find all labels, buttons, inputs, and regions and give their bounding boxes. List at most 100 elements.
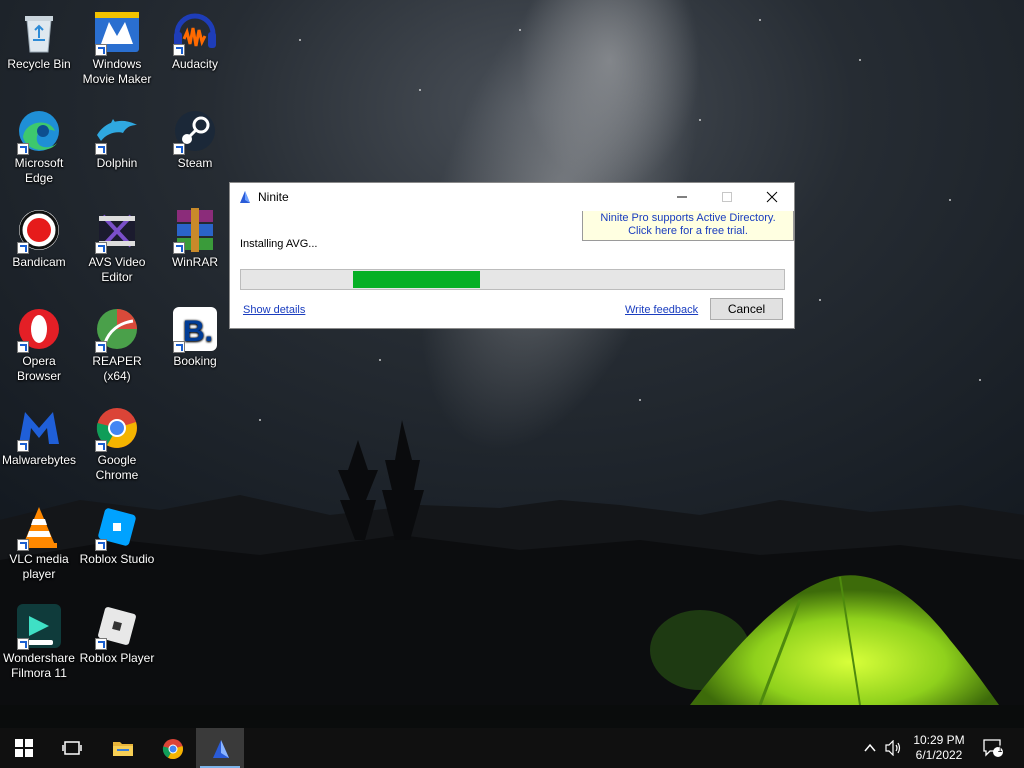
window-title: Ninite [258,190,289,204]
winrar-icon [171,206,219,254]
steam-icon [171,107,219,155]
windows-start-icon [15,739,33,757]
desktop-icon-malwarebytes[interactable]: Malwarebytes [0,404,78,468]
desktop-icon-chrome[interactable]: Google Chrome [78,404,156,483]
action-center-button[interactable]: 1 [978,728,1018,768]
shortcut-arrow-icon [17,242,29,254]
install-progress-bar [240,269,785,290]
desktop-icon-vlc[interactable]: VLC media player [0,503,78,582]
install-status: Installing AVG... [240,238,318,250]
chrome-icon [93,404,141,452]
desktop-icon-roblox-studio[interactable]: Roblox Studio [78,503,156,567]
window-titlebar[interactable]: Ninite [230,183,794,211]
desktop-icon-filmora[interactable]: Wondershare Filmora 11 [0,602,78,681]
dolphin-icon [93,107,141,155]
shortcut-arrow-icon [95,44,107,56]
promo-line-1: Ninite Pro supports Active Directory. [600,212,776,224]
shortcut-arrow-icon [95,539,107,551]
desktop-icon-avs-video[interactable]: AVS Video Editor [78,206,156,285]
desktop-icon-label: Booking [173,354,217,368]
filmora-icon [15,602,63,650]
cancel-button[interactable]: Cancel [710,298,783,320]
desktop-icon-reaper[interactable]: REAPER (x64) [78,305,156,384]
recycle-bin-icon [15,8,63,56]
task-view-button[interactable] [48,728,96,768]
desktop-icon-movie-maker[interactable]: Windows Movie Maker [78,8,156,87]
desktop-icon-roblox-player[interactable]: Roblox Player [78,602,156,666]
close-button[interactable] [749,183,794,211]
maximize-icon [721,192,732,202]
shortcut-arrow-icon [95,638,107,650]
maximize-button[interactable] [704,183,749,211]
desktop-icon-label: Recycle Bin [7,57,71,71]
task-view-icon [62,741,82,755]
write-feedback-link[interactable]: Write feedback [625,304,698,316]
show-details-link[interactable]: Show details [243,304,305,316]
desktop-icon-label: Google Chrome [95,453,139,482]
taskbar-file-explorer[interactable] [98,728,146,768]
speaker-icon [885,740,901,756]
ninite-icon [213,740,229,758]
ninite-pro-promo[interactable]: Ninite Pro supports Active Directory. Cl… [582,211,794,241]
shortcut-arrow-icon [17,341,29,353]
desktop-icon-label: Roblox Studio [79,552,155,566]
desktop-icon-opera[interactable]: Opera Browser [0,305,78,384]
volume-button[interactable] [882,728,906,768]
chrome-icon [162,739,183,760]
shortcut-arrow-icon [173,44,185,56]
shortcut-arrow-icon [17,638,29,650]
edge-icon [15,107,63,155]
desktop-icon-label: Audacity [171,57,219,71]
promo-line-2: Click here for a free trial. [628,225,748,237]
clock-date: 6/1/2022 [915,748,963,762]
progress-fill [353,271,481,288]
show-hidden-icons-button[interactable] [858,728,882,768]
desktop-icon-dolphin[interactable]: Dolphin [78,107,156,171]
shortcut-arrow-icon [173,341,185,353]
shortcut-arrow-icon [173,143,185,155]
desktop-icon-edge[interactable]: Microsoft Edge [0,107,78,186]
desktop-icon-steam[interactable]: Steam [156,107,234,171]
clock-time: 10:29 PM [913,733,965,747]
desktop-icon-label: Windows Movie Maker [82,57,152,86]
taskbar-ninite[interactable] [196,728,244,768]
file-explorer-icon [113,742,133,756]
malwarebytes-icon [15,404,63,452]
minimize-button[interactable] [659,183,704,211]
bandicam-icon [15,206,63,254]
desktop-icon-label: Bandicam [12,255,66,269]
desktop-icon-label: WinRAR [171,255,218,269]
audacity-icon [171,8,219,56]
reaper-icon [93,305,141,353]
shortcut-arrow-icon [95,440,107,452]
desktop-icon-bandicam[interactable]: Bandicam [0,206,78,270]
shortcut-arrow-icon [17,143,29,155]
roblox-player-icon [93,602,141,650]
shortcut-arrow-icon [17,539,29,551]
start-button[interactable] [0,728,48,768]
desktop-icon-label: Dolphin [96,156,138,170]
desktop-icon-label: Steam [177,156,213,170]
desktop-icon-booking[interactable]: B. Booking [156,305,234,369]
shortcut-arrow-icon [95,341,107,353]
desktop-icon-label: Opera Browser [16,354,61,383]
desktop-icon-label: Microsoft Edge [14,156,64,185]
svg-text:B.: B. [183,315,213,348]
desktop-icon-label: VLC media player [9,552,69,581]
desktop-icon-label: REAPER (x64) [92,354,142,383]
taskbar: 10:29 PM 6/1/2022 1 [0,728,1024,768]
taskbar-chrome[interactable] [148,728,196,768]
shortcut-arrow-icon [173,242,185,254]
roblox-studio-icon [93,503,141,551]
booking-icon: B. [171,305,219,353]
shortcut-arrow-icon [95,242,107,254]
desktop-icon-label: Wondershare Filmora 11 [3,651,75,680]
ninite-logo-icon [238,190,252,204]
system-clock[interactable]: 10:29 PM 6/1/2022 [906,733,972,763]
movie-maker-icon [93,8,141,56]
shortcut-arrow-icon [95,143,107,155]
desktop-icon-winrar[interactable]: WinRAR [156,206,234,270]
chevron-up-icon [864,743,876,752]
desktop-icon-audacity[interactable]: Audacity [156,8,234,72]
desktop-icon-recycle-bin[interactable]: Recycle Bin [0,8,78,72]
